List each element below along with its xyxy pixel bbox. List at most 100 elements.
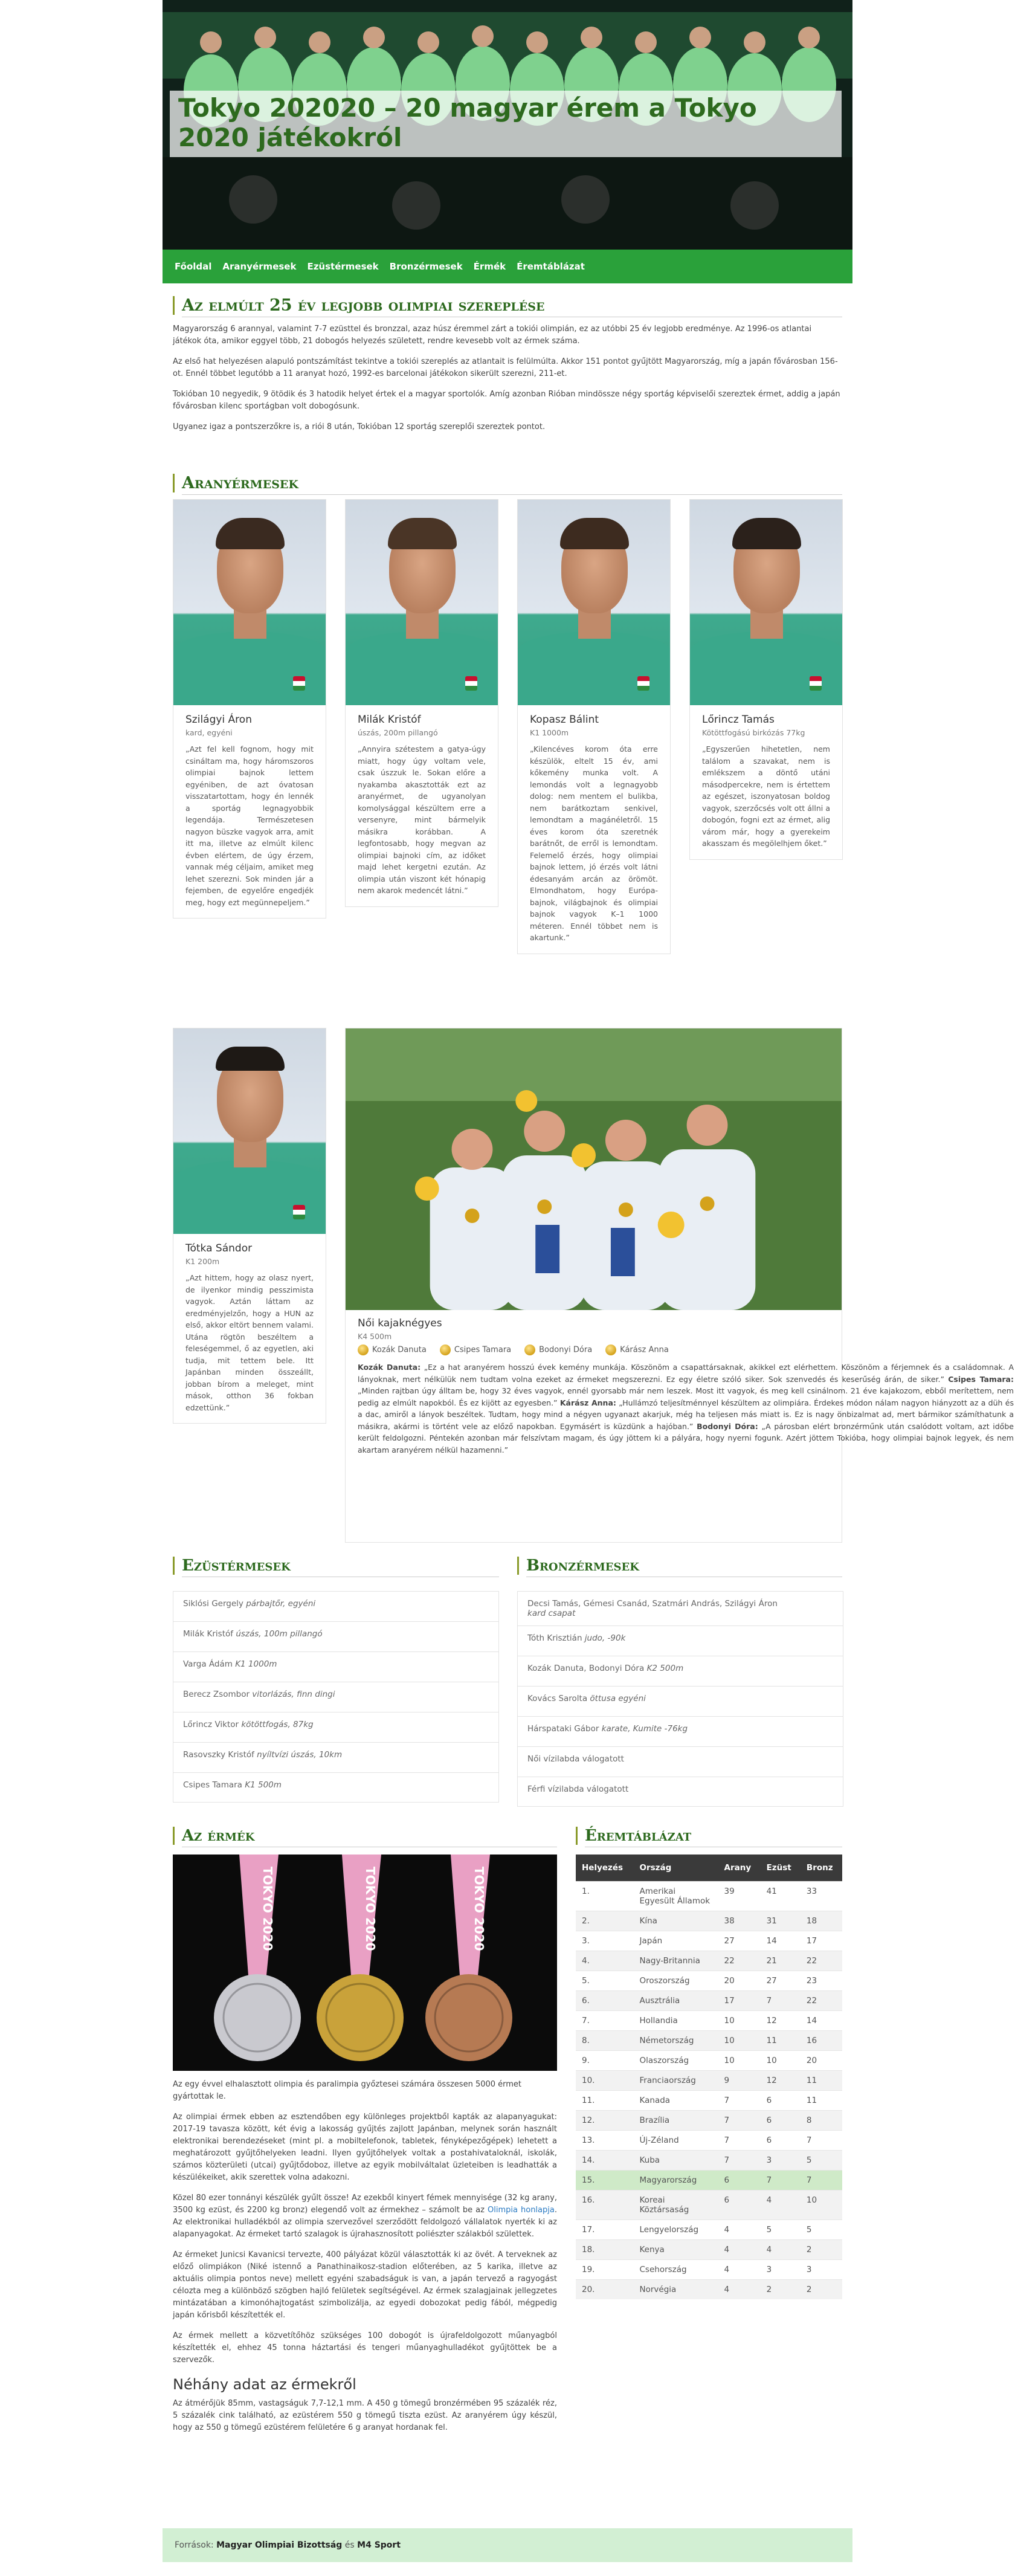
table-cell: 22	[800, 1990, 842, 2010]
table-cell: 6	[718, 2189, 761, 2219]
table-cell: Kanada	[633, 2090, 718, 2110]
list-item: Varga Ádám K1 1000m	[173, 1651, 499, 1682]
medals-p4: Az érmeket Junicsi Kavanicsi tervezte, 4…	[173, 2250, 557, 2320]
table-cell: Nagy-Britannia	[633, 1950, 718, 1971]
list-item: Lőrincz Viktor kötöttfogás, 87kg	[173, 1712, 499, 1742]
medals-text: Az egy évvel elhalasztott olimpia és par…	[173, 2079, 557, 2434]
table-row: 20. Norvégia 4 2 2	[576, 2279, 842, 2299]
table-cell: Kenya	[633, 2239, 718, 2259]
list-item: Férfi vízilabda válogatott	[517, 1777, 843, 1807]
athlete-name: Lőrincz Tamás	[702, 714, 775, 726]
table-cell: 7	[718, 2149, 761, 2170]
table-cell: 4	[760, 2239, 801, 2259]
gold-medal-icon	[358, 1344, 369, 1355]
silver-list: Siklósi Gergely párbajtőr, egyéni Milák K…	[173, 1591, 499, 1803]
nav-fooldal[interactable]: Főoldal	[175, 261, 211, 272]
hungary-flag-icon	[465, 676, 477, 691]
team-body: Női kajaknégyes K4 500m Kozák Danuta Csi…	[358, 1317, 1014, 1456]
footer-source-1[interactable]: Magyar Olimpiai Bizottság	[216, 2540, 342, 2550]
table-cell: Amerikai Egyesült Államok	[633, 1880, 718, 1911]
gold-medal-icon	[439, 1344, 451, 1355]
intro-p3: Tokióban 10 negyedik, 9 ötödik és 3 hato…	[173, 390, 840, 411]
table-cell: 7	[760, 2169, 801, 2190]
nav-aranyermesek[interactable]: Aranyérmesek	[222, 261, 296, 272]
table-cell: 3.	[576, 1930, 634, 1951]
medalist-event: K1 1000m	[235, 1659, 277, 1669]
table-cell: 6.	[576, 1990, 634, 2010]
ribbon-label: TOKYO 2020	[260, 1867, 275, 1951]
table-row: 18. Kenya 4 4 2	[576, 2239, 842, 2259]
nav-bronzermesek[interactable]: Bronzérmesek	[390, 261, 463, 272]
gold-medal-icon	[524, 1344, 536, 1355]
table-cell: 27	[760, 1970, 801, 1990]
table-row: 5. Oroszország 20 27 23	[576, 1970, 842, 1990]
page: Tokyo 202020 – 20 magyar érem a Tokyo 20…	[163, 0, 1014, 2576]
table-cell: 38	[718, 1910, 761, 1931]
intro-text: Magyarország 6 arannyal, valamint 7-7 ez…	[173, 323, 842, 433]
table-cell: 10	[718, 2050, 761, 2070]
table-cell: 19.	[576, 2259, 634, 2279]
list-item: Női vízilabda válogatott	[517, 1746, 843, 1777]
hungary-flag-icon	[637, 676, 649, 691]
table-cell: 7	[718, 2110, 761, 2130]
nav-eremtablazat[interactable]: Éremtáblázat	[517, 261, 585, 272]
table-cell: 2	[800, 2279, 842, 2299]
member: Kárász Anna	[605, 1344, 669, 1355]
col-orszag: Ország	[633, 1855, 718, 1881]
table-cell: 7	[718, 2129, 761, 2150]
medalist-name: Tóth Krisztián	[527, 1633, 582, 1643]
athlete-photo	[690, 500, 842, 705]
athlete-card: Szilágyi Áron kard, egyéni „Azt fel kell f…	[173, 499, 326, 918]
medalist-event: kötöttfogás, 87kg	[241, 1720, 314, 1729]
medalist-name: Hárspataki Gábor	[527, 1724, 599, 1734]
footer-source-2[interactable]: M4 Sport	[357, 2540, 401, 2550]
olympics-link[interactable]: Olimpia honlapja	[488, 2206, 555, 2215]
table-cell: Oroszország	[633, 1970, 718, 1990]
table-cell: 5	[800, 2149, 842, 2170]
table-cell: 31	[760, 1910, 801, 1931]
table-cell: 10	[718, 2030, 761, 2050]
table-row: 1. Amerikai Egyesült Államok 39 41 33	[576, 1880, 842, 1911]
table-cell: 11.	[576, 2090, 634, 2110]
medalist-event: párbajtőr, egyéni	[246, 1599, 316, 1609]
medalist-name: Varga Ádám	[183, 1659, 233, 1669]
table-cell: 39	[718, 1880, 761, 1911]
table-cell: 21	[760, 1950, 801, 1971]
silver-medal-icon	[214, 1974, 301, 2061]
medalist-name: Rasovszky Kristóf	[183, 1750, 254, 1760]
medalist-event: úszás, 100m pillangó	[236, 1629, 323, 1639]
table-cell: 14.	[576, 2149, 634, 2170]
intro-p4: Ugyanez igaz a pontszerzőkre is, a riói …	[173, 422, 546, 431]
table-cell: 2.	[576, 1910, 634, 1931]
table-cell: Kína	[633, 1910, 718, 1931]
table-cell: 5	[760, 2219, 801, 2239]
list-item: Rasovszky Kristóf nyíltvízi úszás, 10km	[173, 1742, 499, 1772]
athlete-card: Milák Kristóf úszás, 200m pillangó „Annyir…	[345, 499, 498, 907]
gold-heading: Aranyérmesek	[173, 474, 842, 495]
athlete-name: Kopasz Bálint	[530, 714, 599, 726]
table-row: 3. Japán 27 14 17	[576, 1930, 842, 1951]
table-cell: Ausztrália	[633, 1990, 718, 2010]
medalist-event: kard csapat	[527, 1609, 576, 1618]
col-bronz: Bronz	[800, 1855, 842, 1881]
athlete-name: Szilágyi Áron	[185, 714, 252, 726]
table-cell: 20.	[576, 2279, 634, 2299]
athlete-event: úszás, 200m pillangó	[358, 728, 438, 737]
list-item: Csipes Tamara K1 500m	[173, 1772, 499, 1803]
list-item: Berecz Zsombor vitorlázás, finn dingi	[173, 1682, 499, 1712]
table-cell: 16.	[576, 2189, 634, 2219]
hungary-flag-icon	[293, 1205, 305, 1219]
list-item: Milák Kristóf úszás, 100m pillangó	[173, 1621, 499, 1651]
footer: Források: Magyar Olimpiai Bizottság és M…	[163, 2528, 852, 2562]
col-helyezes: Helyezés	[576, 1855, 634, 1881]
table-cell: 23	[800, 1970, 842, 1990]
nav-ezustermesek[interactable]: Ezüstérmesek	[307, 261, 378, 272]
medalist-name: Berecz Zsombor	[183, 1690, 250, 1699]
medals-photo: TOKYO 2020 TOKYO 2020 TOKYO 2020	[173, 1855, 557, 2071]
nav-ermek[interactable]: Érmék	[474, 261, 506, 272]
table-cell: 4	[718, 2259, 761, 2279]
table-cell: 11	[760, 2030, 801, 2050]
athlete-event: K1 1000m	[530, 728, 569, 737]
table-cell: 12	[760, 2070, 801, 2090]
footer-label: Források:	[175, 2540, 214, 2550]
